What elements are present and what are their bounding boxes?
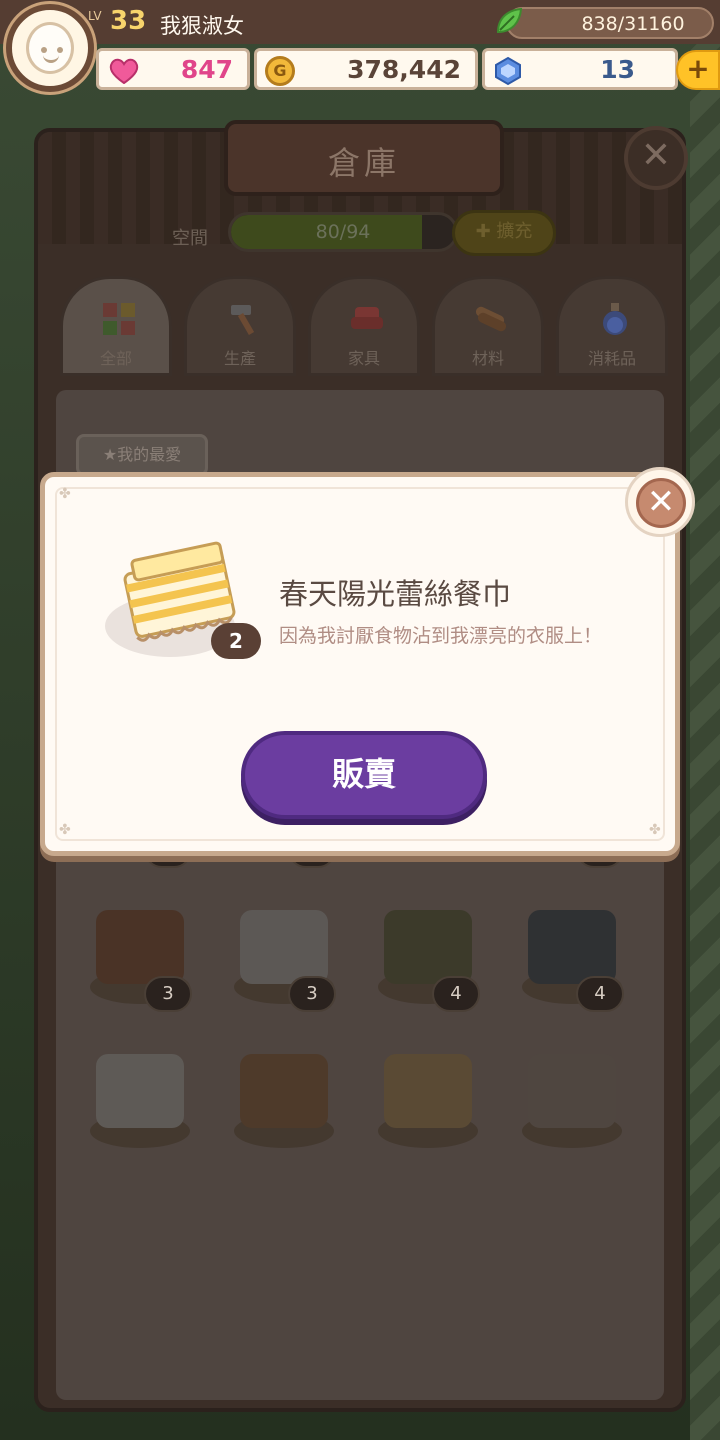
tab-label: 消耗品: [587, 349, 636, 368]
floor-tiles: [690, 0, 720, 1440]
frying-pan-icon: [384, 910, 472, 984]
tab-all[interactable]: 全部: [60, 276, 172, 376]
leather-watch-icon: [240, 1054, 328, 1128]
expand-button[interactable]: ✚ 擴充: [452, 210, 556, 256]
tab-consumables[interactable]: 消耗品: [556, 276, 668, 376]
item-count-badge: 2: [211, 623, 261, 659]
inventory-slot[interactable]: [358, 1034, 498, 1174]
player-avatar[interactable]: [6, 4, 94, 92]
chocolate-biscuits-icon: [96, 910, 184, 984]
avatar-eye: [57, 47, 63, 53]
tab-label: 全部: [99, 349, 132, 368]
inventory-slot[interactable]: 4: [502, 890, 642, 1030]
avatar-smile: [43, 55, 59, 63]
heart-icon: [109, 58, 139, 84]
exp-value: 838/31160: [581, 13, 685, 35]
favorites-tag[interactable]: ★我的最愛: [76, 434, 208, 476]
inventory-slot[interactable]: 4: [358, 890, 498, 1030]
player-level: 33: [110, 6, 147, 36]
avatar-eye: [41, 47, 47, 53]
tab-label: 材料: [471, 349, 504, 368]
space-bar: 80/94: [228, 212, 458, 252]
inventory-slot[interactable]: [70, 1034, 210, 1174]
hammer-icon: [231, 305, 255, 336]
inventory-slot[interactable]: 3: [214, 890, 354, 1030]
item-name: 春天陽光蕾絲餐巾: [279, 577, 512, 611]
leaf-icon: [496, 7, 523, 34]
keychain-icon: [528, 1054, 616, 1128]
item-count: 3: [144, 976, 192, 1012]
inventory-slot[interactable]: [502, 1034, 642, 1174]
inventory-slot[interactable]: 3: [70, 890, 210, 1030]
coins-value: 378,442: [347, 55, 461, 84]
pocket-watch-icon: [384, 1054, 472, 1128]
coins-counter[interactable]: G 378,442: [254, 48, 478, 90]
item-description: 因為我討厭食物沾到我漂亮的衣服上！: [279, 625, 603, 647]
resource-row: 847 G 378,442 13: [96, 48, 720, 92]
tab-furniture[interactable]: 家具: [308, 276, 420, 376]
warehouse-close-button[interactable]: ✕: [624, 126, 688, 190]
item-count: 3: [288, 976, 336, 1012]
ceramic-bowl-icon: [96, 1054, 184, 1128]
item-count: 4: [576, 976, 624, 1012]
item-count: 4: [432, 976, 480, 1012]
gems-value: 13: [600, 55, 635, 84]
warehouse-title: 倉庫: [327, 144, 400, 182]
tab-production[interactable]: 生產: [184, 276, 296, 376]
sell-button[interactable]: 販賣: [241, 731, 487, 819]
title-plaque: 倉庫: [224, 120, 504, 196]
corner-ornament: ✤: [59, 486, 71, 502]
close-icon: ✕: [636, 478, 686, 528]
gem-icon: [495, 56, 521, 86]
white-napkins-icon: [240, 910, 328, 984]
dialog-close-button[interactable]: ✕: [625, 467, 695, 537]
tab-label: 生產: [223, 349, 256, 368]
space-label: 空間: [172, 228, 208, 249]
avatar-face: [26, 22, 74, 74]
space-value: 80/94: [315, 221, 371, 243]
tab-label: 家具: [347, 349, 380, 368]
buy-gems-button[interactable]: +: [676, 50, 720, 90]
item-detail-dialog: ✤ ✤ ✤ ✕ 2 春天陽光蕾絲餐巾 因為我討厭食物沾到我漂亮的衣服上！ 販賣: [40, 467, 695, 856]
hearts-value: 847: [180, 55, 233, 84]
tab-materials[interactable]: 材料: [432, 276, 544, 376]
inventory-slot[interactable]: [214, 1034, 354, 1174]
hearts-counter[interactable]: 847: [96, 48, 250, 90]
corner-ornament: ✤: [59, 822, 71, 838]
coin-icon: G: [265, 56, 295, 86]
wood-icon: [475, 306, 507, 332]
player-name: 我狠淑女: [160, 14, 244, 38]
iron-ingot-icon: [528, 910, 616, 984]
potion-icon: [603, 303, 627, 335]
exp-bar: 838/31160: [506, 7, 714, 39]
level-prefix: LV: [88, 9, 102, 23]
corner-ornament: ✤: [649, 822, 661, 838]
grid-icon: [103, 303, 135, 335]
gems-counter[interactable]: 13: [482, 48, 678, 90]
sofa-icon: [351, 307, 383, 329]
